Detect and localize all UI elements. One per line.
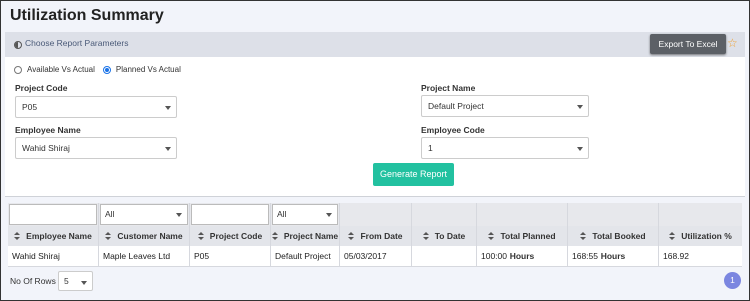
rows-per-page-label: No Of Rows : <box>10 276 61 286</box>
rows-per-page-select[interactable]: 5 <box>58 271 93 291</box>
filter-cell <box>477 203 568 226</box>
rows-per-page-value: 5 <box>64 276 69 286</box>
column-header-label: Project Name <box>283 231 339 241</box>
chevron-down-icon <box>81 281 87 285</box>
utilization-grid: All All Employee Name Customer Name Proj… <box>8 203 742 267</box>
employee-name-value: Wahid Shiraj <box>22 143 70 153</box>
radio-planned-vs-actual[interactable] <box>102 65 111 74</box>
filter-cell: All <box>99 203 190 226</box>
column-header-employee-name[interactable]: Employee Name <box>8 226 99 246</box>
filter-input-project-code[interactable] <box>191 204 269 225</box>
filter-select-value: All <box>105 209 115 219</box>
column-header-project-name[interactable]: Project Name <box>271 226 340 246</box>
column-header-utilization[interactable]: Utilization % <box>659 226 742 246</box>
employee-code-select[interactable]: 1 <box>421 137 589 159</box>
column-header-label: From Date <box>360 231 403 241</box>
generate-report-button[interactable]: Generate Report <box>373 163 454 186</box>
half-circle-icon <box>14 41 22 49</box>
filter-select-customer-name[interactable]: All <box>100 204 188 225</box>
sort-icon <box>580 232 587 240</box>
chevron-down-icon <box>326 213 332 217</box>
project-code-value: P05 <box>22 102 38 112</box>
filter-cell <box>659 203 742 226</box>
star-icon[interactable]: ☆ <box>727 36 738 50</box>
column-header-to-date[interactable]: To Date <box>412 226 477 246</box>
column-header-label: To Date <box>434 231 466 241</box>
employee-code-value: 1 <box>428 143 433 153</box>
radio-label-available-vs-actual[interactable]: Available Vs Actual <box>27 65 95 74</box>
report-parameters-bar[interactable]: Choose Report Parameters Export To Excel… <box>5 32 745 57</box>
column-header-label: Utilization % <box>681 231 732 241</box>
filter-cell <box>340 203 412 226</box>
sort-icon <box>105 232 112 240</box>
table-cell: P05 <box>190 246 271 266</box>
filter-input-employee-name[interactable] <box>9 204 97 225</box>
project-code-select[interactable]: P05 <box>15 96 177 118</box>
filter-cell <box>568 203 659 226</box>
employee-name-label: Employee Name <box>15 125 81 135</box>
table-cell: Wahid Shiraj <box>8 246 99 266</box>
column-header-project-code[interactable]: Project Code <box>190 226 271 246</box>
page-button-current[interactable]: 1 <box>724 272 741 289</box>
column-header-from-date[interactable]: From Date <box>340 226 412 246</box>
table-cell <box>412 246 477 266</box>
report-type-radio-group: Available Vs Actual Planned Vs Actual <box>14 65 189 74</box>
column-header-total-planned-hours[interactable]: Total Planned Hours <box>477 226 568 261</box>
filter-cell: All <box>271 203 340 226</box>
chevron-down-icon <box>176 213 182 217</box>
column-header-label: Customer Name <box>117 231 183 241</box>
filter-cell <box>412 203 477 226</box>
sort-icon <box>422 232 429 240</box>
filter-select-project-name[interactable]: All <box>272 204 338 225</box>
employee-name-select[interactable]: Wahid Shiraj <box>15 137 177 159</box>
sort-icon <box>348 232 355 240</box>
page-title: Utilization Summary <box>10 7 164 24</box>
export-to-excel-button[interactable]: Export To Excel <box>650 34 726 54</box>
project-name-value: Default Project <box>428 101 484 111</box>
table-cell: 168:55 <box>568 246 659 266</box>
chevron-down-icon <box>577 105 583 109</box>
sort-icon <box>197 232 204 240</box>
project-name-label: Project Name <box>421 83 476 93</box>
sort-icon <box>669 232 676 240</box>
sort-icon <box>488 232 495 240</box>
project-name-select[interactable]: Default Project <box>421 95 589 117</box>
column-header-label: Project Code <box>209 231 263 241</box>
header-row: Employee Name Customer Name Project Code… <box>8 226 742 261</box>
chevron-down-icon <box>165 106 171 110</box>
chevron-down-icon <box>577 147 583 151</box>
utilization-summary-page: Utilization Summary Choose Report Parame… <box>0 0 750 301</box>
report-parameters-panel: Available Vs Actual Planned Vs Actual Pr… <box>5 57 745 197</box>
table-cell: Maple Leaves Ltd <box>99 246 190 266</box>
radio-label-planned-vs-actual[interactable]: Planned Vs Actual <box>116 65 181 74</box>
sort-icon <box>271 232 278 240</box>
radio-available-vs-actual[interactable] <box>14 65 22 74</box>
table-row[interactable]: Wahid Shiraj Maple Leaves Ltd P05 Defaul… <box>8 246 742 267</box>
filter-cell <box>8 203 99 226</box>
table-cell: 05/03/2017 <box>340 246 412 266</box>
filter-row: All All <box>8 203 742 226</box>
chevron-down-icon <box>165 147 171 151</box>
filter-cell <box>190 203 271 226</box>
report-parameters-label[interactable]: Choose Report Parameters <box>25 38 128 48</box>
employee-code-label: Employee Code <box>421 125 485 135</box>
column-header-label: Employee Name <box>26 231 92 241</box>
table-cell: 100:00 <box>477 246 568 266</box>
table-cell: Default Project <box>271 246 340 266</box>
sort-icon <box>14 232 21 240</box>
column-header-total-booked-hours[interactable]: Total Booked Hours <box>568 226 659 261</box>
filter-select-value: All <box>277 209 287 219</box>
project-code-label: Project Code <box>15 83 68 93</box>
column-header-customer-name[interactable]: Customer Name <box>99 226 190 246</box>
table-cell: 168.92 <box>663 251 689 261</box>
